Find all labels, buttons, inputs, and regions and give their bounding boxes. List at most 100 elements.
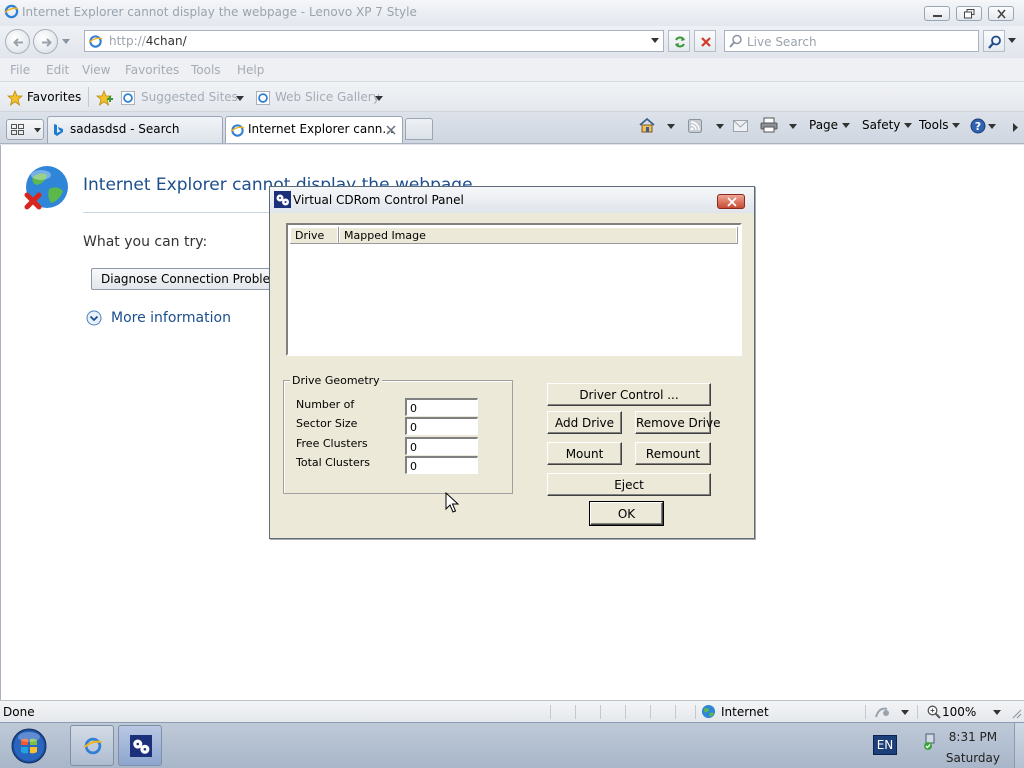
zoom-level[interactable]: 100% <box>942 705 976 719</box>
restore-button[interactable] <box>956 6 982 21</box>
chevron-right-icon[interactable] <box>1013 123 1019 132</box>
tools-dropdown-icon <box>952 123 961 128</box>
search-box[interactable]: Live Search <box>724 30 979 52</box>
print-icon[interactable] <box>760 117 778 133</box>
feeds-icon[interactable] <box>688 119 702 133</box>
taskbar-internet-explorer[interactable] <box>70 725 114 766</box>
refresh-icon <box>675 36 685 48</box>
add-to-favorites-icon[interactable] <box>96 90 113 106</box>
language-indicator[interactable]: EN <box>873 735 897 755</box>
minimize-button[interactable] <box>924 6 950 21</box>
web-slice-gallery-link[interactable]: Web Slice Gallery <box>275 90 380 104</box>
window-title: Internet Explorer cannot display the web… <box>22 5 417 19</box>
quick-tabs-button[interactable] <box>6 119 44 140</box>
add-drive-button[interactable]: Add Drive <box>547 411 622 434</box>
menu-help[interactable]: Help <box>237 63 264 77</box>
tab-label: Internet Explorer cann... <box>248 122 394 136</box>
tab-internet-explorer-error[interactable]: Internet Explorer cann... <box>225 116 403 143</box>
menu-edit[interactable]: Edit <box>46 63 69 77</box>
column-header-drive[interactable]: Drive <box>290 227 339 243</box>
what-you-can-try-label: What you can try: <box>83 234 208 250</box>
diagnose-connection-button[interactable]: Diagnose Connection Problems <box>91 268 275 290</box>
status-bar: Done Internet 100% <box>0 700 1024 722</box>
help-dropdown-icon[interactable] <box>988 124 996 130</box>
ie-logo-icon <box>4 4 19 19</box>
close-icon <box>997 9 1006 19</box>
back-arrow-icon <box>13 38 23 47</box>
taskbar-virtual-cdrom[interactable] <box>118 725 162 766</box>
ie-logo-icon <box>83 737 103 755</box>
read-mail-icon[interactable] <box>733 120 748 132</box>
zoom-dropdown-icon[interactable] <box>993 710 1001 716</box>
help-icon[interactable]: ? <box>970 118 986 134</box>
geometry-label: Free Clusters <box>296 437 368 450</box>
start-orb-icon[interactable] <box>9 727 49 765</box>
bing-icon <box>54 124 63 136</box>
refresh-button[interactable] <box>668 30 690 52</box>
stop-button[interactable] <box>694 30 716 52</box>
suggested-sites-dropdown-icon[interactable] <box>236 96 244 102</box>
driver-control-button[interactable]: Driver Control ... <box>547 383 711 406</box>
home-dropdown-icon[interactable] <box>667 124 675 130</box>
geometry-label: Number of <box>296 398 355 411</box>
mount-button[interactable]: Mount <box>547 442 622 465</box>
close-window-button[interactable] <box>988 6 1014 21</box>
home-icon[interactable] <box>638 117 656 133</box>
free-clusters-field: 0 <box>405 437 478 455</box>
protected-mode-dropdown-icon[interactable] <box>901 710 909 716</box>
menu-view[interactable]: View <box>82 63 110 77</box>
menu-favorites[interactable]: Favorites <box>125 63 179 77</box>
forward-button[interactable] <box>33 29 58 54</box>
zone-text: Internet <box>721 705 769 719</box>
title-divider <box>83 212 273 213</box>
tab-sadasdsd-search[interactable]: sadasdsd - Search <box>47 116 223 143</box>
safety-menu-button[interactable]: Safety <box>862 118 913 132</box>
feeds-dropdown-icon[interactable] <box>716 124 724 130</box>
dialog-title: Virtual CDRom Control Panel <box>293 193 464 207</box>
address-dropdown-icon[interactable] <box>651 38 659 44</box>
back-button[interactable] <box>5 29 30 54</box>
search-go-button[interactable] <box>983 30 1005 52</box>
protected-mode-icon[interactable] <box>875 705 891 719</box>
column-header-mapped-image[interactable]: Mapped Image <box>339 227 738 243</box>
remount-button[interactable]: Remount <box>635 442 711 465</box>
resize-grip-icon[interactable] <box>1012 709 1022 719</box>
dialog-titlebar[interactable]: Virtual CDRom Control Panel <box>270 187 754 213</box>
address-bar[interactable]: http://4chan/ <box>84 30 664 52</box>
suggested-sites-icon <box>121 91 135 105</box>
safety-menu-label: Safety <box>862 118 901 132</box>
new-tab-button[interactable] <box>405 118 433 140</box>
more-information-label: More information <box>111 310 231 326</box>
dialog-close-button[interactable] <box>717 194 745 209</box>
minimize-icon <box>933 15 942 17</box>
eject-button[interactable]: Eject <box>547 473 711 496</box>
favorites-star-icon <box>7 90 23 106</box>
search-placeholder: Live Search <box>747 35 817 49</box>
show-desktop-button[interactable] <box>1014 723 1024 768</box>
print-dropdown-icon[interactable] <box>789 124 797 130</box>
clock-day: Saturday <box>945 751 1000 765</box>
network-icon[interactable] <box>920 733 938 751</box>
remove-drive-button[interactable]: Remove Drive <box>635 411 721 434</box>
page-dropdown-icon <box>841 123 850 128</box>
ok-button[interactable]: OK <box>589 501 664 526</box>
drive-list[interactable]: Drive Mapped Image <box>286 223 742 356</box>
web-slice-gallery-icon <box>256 91 270 105</box>
geometry-label: Sector Size <box>296 417 358 430</box>
cdrom-app-icon <box>130 735 152 757</box>
favorites-button[interactable]: Favorites <box>27 90 81 104</box>
web-slice-gallery-dropdown-icon[interactable] <box>375 96 383 102</box>
suggested-sites-link[interactable]: Suggested Sites <box>141 90 238 104</box>
search-options-dropdown-icon[interactable] <box>1008 38 1016 44</box>
menu-tools[interactable]: Tools <box>191 63 221 77</box>
recent-pages-dropdown-icon[interactable] <box>62 39 70 45</box>
page-menu-button[interactable]: Page <box>809 118 850 132</box>
system-clock[interactable]: 8:31 PM Saturday <box>946 727 1000 768</box>
zoom-icon[interactable] <box>927 705 941 719</box>
more-information-link[interactable]: More information <box>86 310 231 329</box>
tools-menu-button[interactable]: Tools <box>919 118 961 132</box>
close-tab-icon[interactable] <box>386 125 396 135</box>
menu-file[interactable]: File <box>10 63 30 77</box>
status-separator <box>865 705 866 719</box>
window-titlebar: Internet Explorer cannot display the web… <box>0 0 1024 26</box>
